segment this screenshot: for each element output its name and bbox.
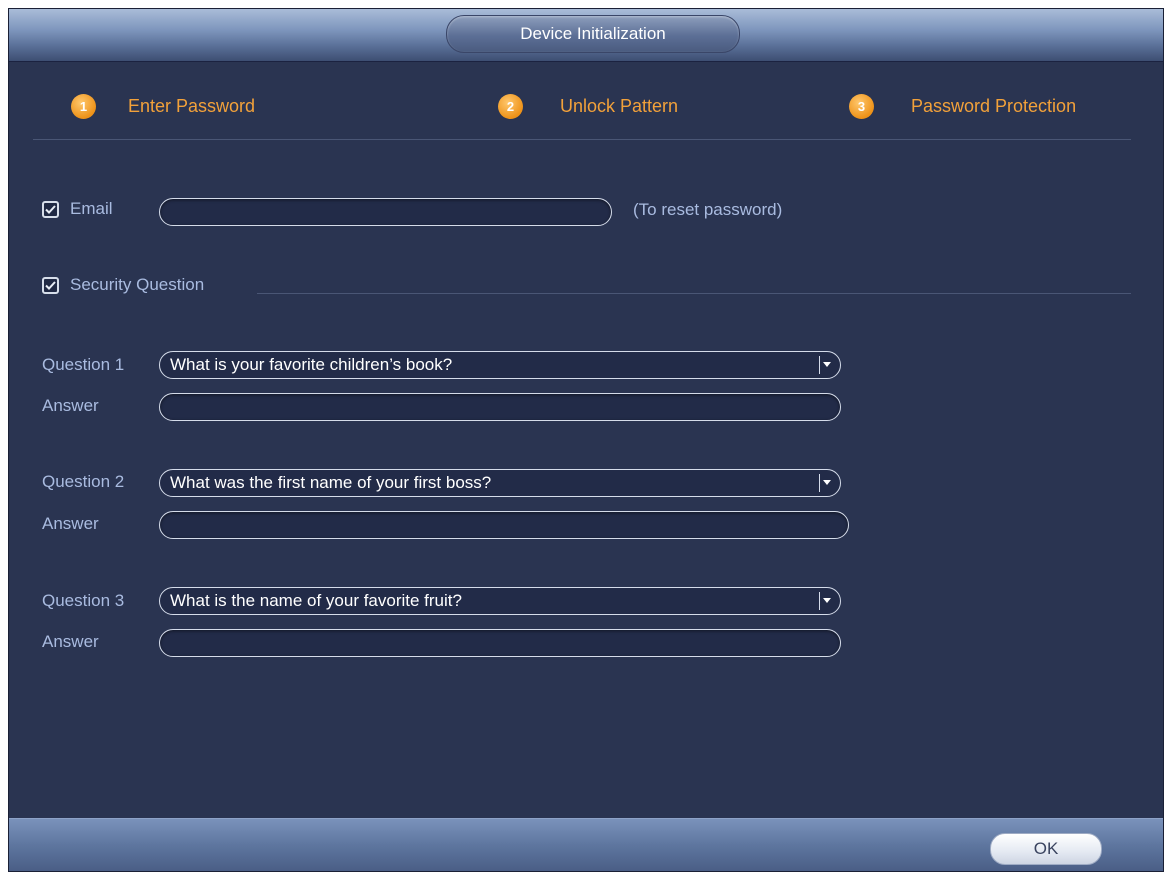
answer-2-field[interactable] bbox=[159, 511, 849, 539]
check-icon bbox=[45, 281, 56, 290]
section-divider bbox=[257, 293, 1131, 294]
step-number-icon: 1 bbox=[71, 93, 96, 119]
step-label: Enter Password bbox=[128, 95, 256, 116]
answer-1-label: Answer bbox=[42, 396, 99, 415]
question-3-value: What is the name of your favorite fruit? bbox=[170, 591, 462, 610]
step-2: 2 Unlock Pattern bbox=[498, 93, 678, 119]
title-bar: Device Initialization bbox=[9, 9, 1163, 62]
security-question-label: Security Question bbox=[70, 275, 205, 294]
question-3-label: Question 3 bbox=[42, 591, 125, 610]
answer-3-field[interactable] bbox=[159, 629, 841, 657]
window-title: Device Initialization bbox=[446, 15, 740, 53]
answer-3-label: Answer bbox=[42, 632, 99, 651]
question-1-select[interactable]: What is your favorite children’s book? bbox=[159, 351, 841, 379]
question-1-value: What is your favorite children’s book? bbox=[170, 355, 453, 374]
step-label: Unlock Pattern bbox=[560, 95, 679, 116]
question-2-value: What was the first name of your first bo… bbox=[170, 473, 492, 492]
question-2-select[interactable]: What was the first name of your first bo… bbox=[159, 469, 841, 497]
question-2-label: Question 2 bbox=[42, 472, 125, 491]
security-question-checkbox[interactable] bbox=[42, 277, 59, 294]
ok-button[interactable]: OK bbox=[990, 833, 1102, 865]
step-label: Password Protection bbox=[911, 95, 1077, 116]
email-checkbox[interactable] bbox=[42, 201, 59, 218]
step-3: 3 Password Protection bbox=[849, 93, 1076, 119]
step-1: 1 Enter Password bbox=[71, 93, 255, 119]
question-3-select[interactable]: What is the name of your favorite fruit? bbox=[159, 587, 841, 615]
step-number-icon: 2 bbox=[498, 93, 523, 119]
email-field[interactable] bbox=[159, 198, 612, 226]
question-1-label: Question 1 bbox=[42, 355, 125, 374]
check-icon bbox=[45, 205, 56, 214]
chevron-down-icon[interactable] bbox=[819, 592, 834, 610]
answer-1-field[interactable] bbox=[159, 393, 841, 421]
chevron-down-icon[interactable] bbox=[819, 356, 834, 374]
device-init-window: Device Initialization 1 Enter Password 2… bbox=[8, 8, 1164, 872]
chevron-down-icon[interactable] bbox=[819, 474, 834, 492]
step-number-icon: 3 bbox=[849, 93, 874, 119]
answer-2-label: Answer bbox=[42, 514, 99, 533]
bottom-bar: OK bbox=[9, 818, 1163, 871]
email-label: Email bbox=[70, 199, 113, 218]
steps-divider bbox=[33, 139, 1131, 140]
email-hint: (To reset password) bbox=[633, 200, 783, 219]
